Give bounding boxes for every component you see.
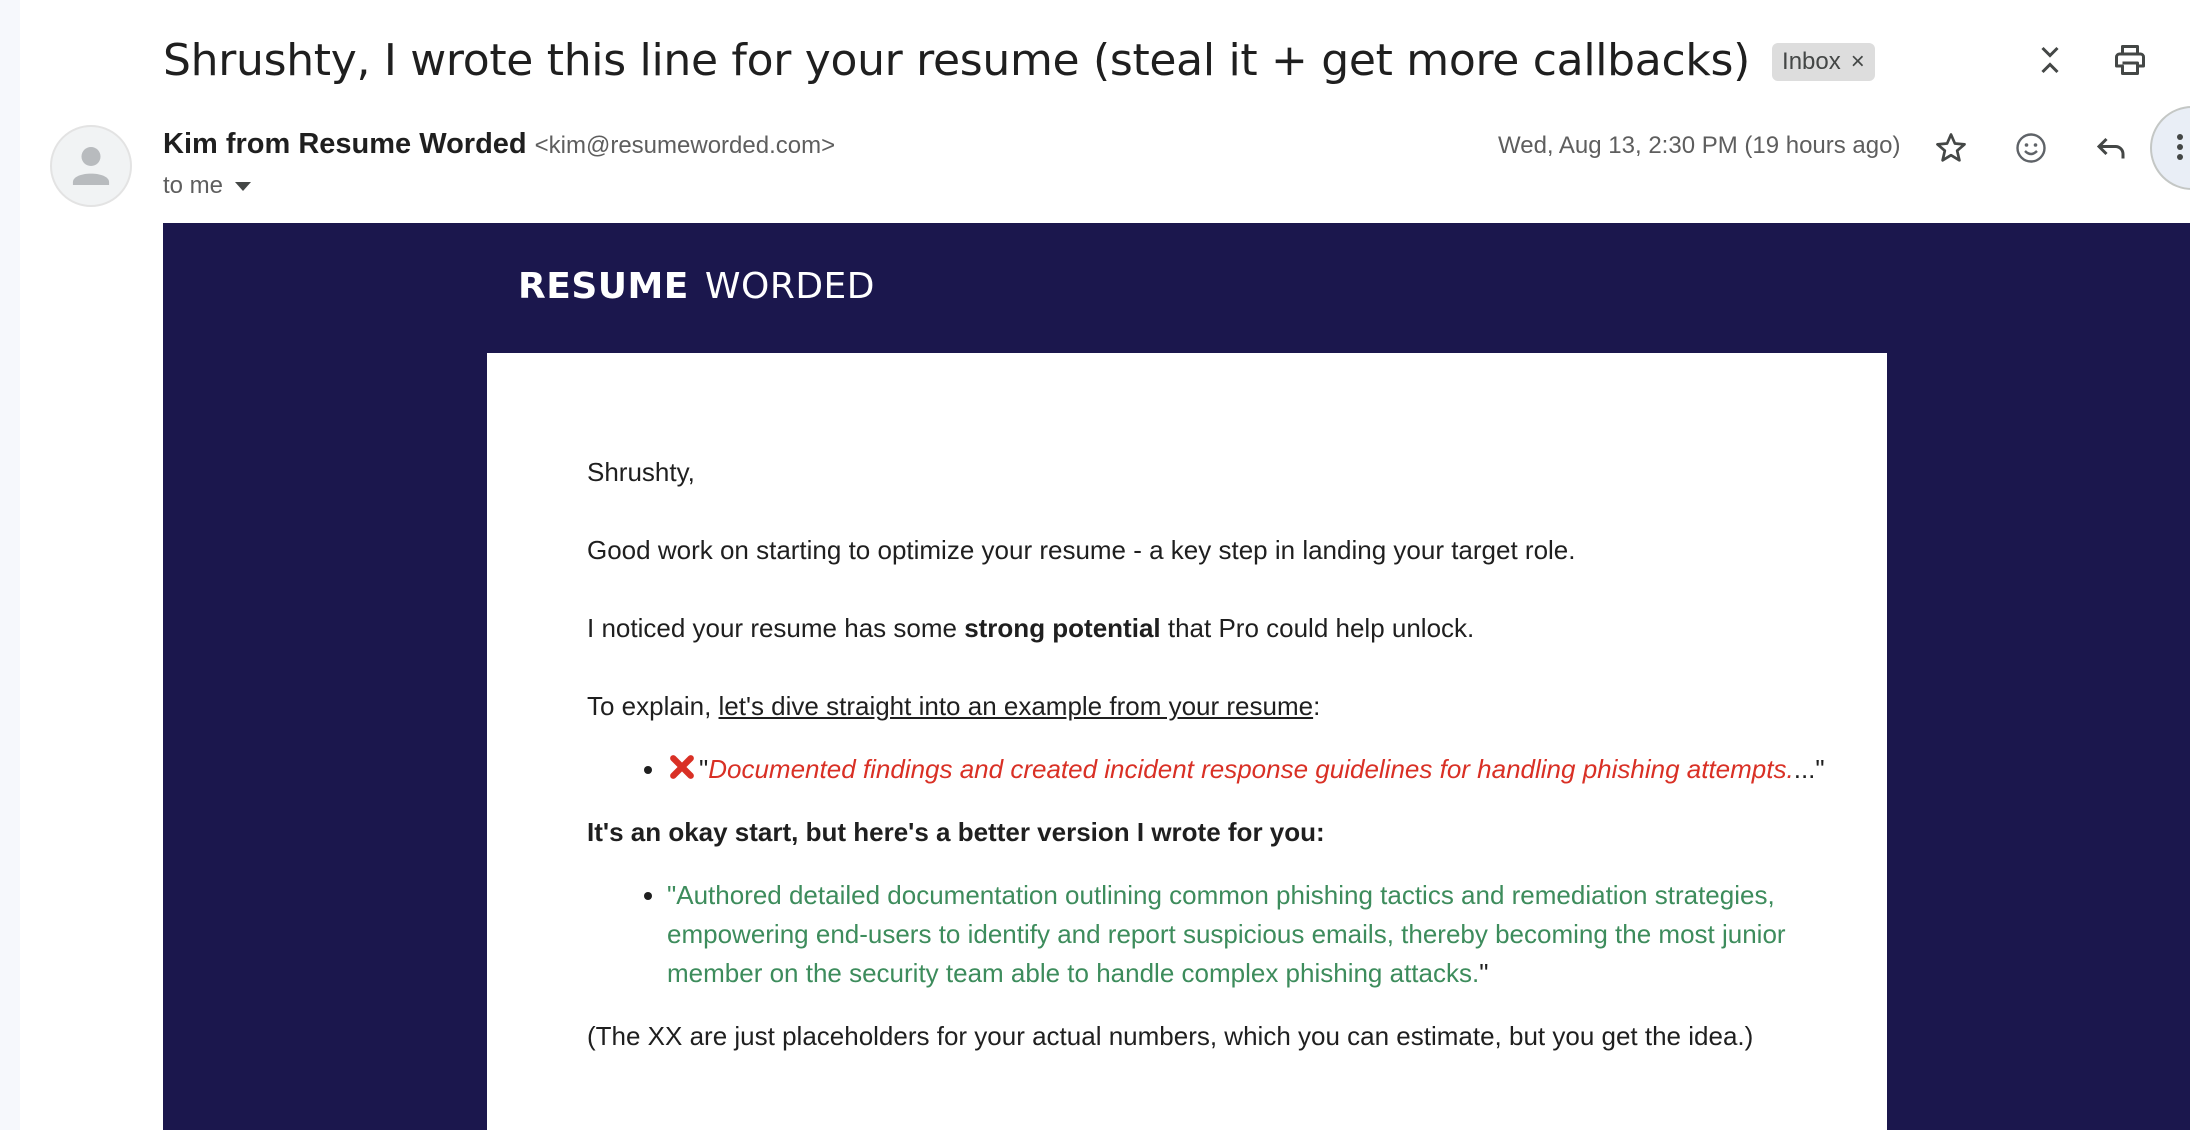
sender-row: Kim from Resume Worded <kim@resumeworded… xyxy=(163,128,835,161)
greeting: Shrushty, xyxy=(587,457,695,487)
improved-resume-line: "Authored detailed documentation outlini… xyxy=(667,880,1786,988)
sender-email: <kim@resumeworded.com> xyxy=(534,132,836,159)
more-vert-icon[interactable] xyxy=(2150,106,2190,190)
original-resume-line: Documented findings and created incident… xyxy=(708,754,1794,784)
placeholder-note: (The XX are just placeholders for your a… xyxy=(587,1021,1754,1051)
email-content: Shrushty, Good work on starting to optim… xyxy=(587,453,1827,1095)
open-in-new-window-icon[interactable] xyxy=(2170,30,2190,90)
paragraph-2: I noticed your resume has some strong po… xyxy=(587,609,1827,648)
open-quote: " xyxy=(699,754,709,784)
left-sidebar-strip xyxy=(0,0,20,1130)
brand-bold: RESUME xyxy=(518,266,689,307)
paragraph-3-end: : xyxy=(1313,691,1321,721)
print-icon[interactable] xyxy=(2090,30,2170,90)
example-link[interactable]: let's dive straight into an example from… xyxy=(719,691,1314,721)
sender-name[interactable]: Kim from Resume Worded xyxy=(163,128,527,161)
paragraph-3: To explain, let's dive straight into an … xyxy=(587,687,1827,726)
star-icon[interactable] xyxy=(1911,118,1991,178)
message-actions xyxy=(1911,118,2151,178)
improved-line-item: "Authored detailed documentation outlini… xyxy=(667,876,1827,993)
thread-actions xyxy=(2010,30,2190,90)
brand-light: WORDED xyxy=(704,266,876,307)
better-version-heading: It's an okay start, but here's a better … xyxy=(587,813,1827,852)
paragraph-1: Good work on starting to optimize your r… xyxy=(587,535,1576,565)
recipient-text: to me xyxy=(163,172,224,199)
recipient-details-toggle[interactable]: to me xyxy=(163,172,252,200)
label-text: Inbox xyxy=(1782,48,1841,75)
collapse-icon[interactable] xyxy=(2010,30,2090,90)
original-line-item: "Documented findings and created inciden… xyxy=(667,750,1827,789)
email-subject: Shrushty, I wrote this line for your res… xyxy=(163,34,1751,86)
improved-close-quote: " xyxy=(1479,958,1489,988)
email-content-card: Shrushty, Good work on starting to optim… xyxy=(487,353,1887,1130)
improved-line-list: "Authored detailed documentation outlini… xyxy=(667,876,1827,993)
paragraph-2-end: that Pro could help unlock. xyxy=(1160,613,1475,643)
paragraph-3-start: To explain, xyxy=(587,691,719,721)
subject-row: Shrushty, I wrote this line for your res… xyxy=(163,30,1875,90)
inbox-label-chip[interactable]: Inbox × xyxy=(1772,43,1875,81)
cross-mark-icon xyxy=(670,755,694,779)
close-quote: ..." xyxy=(1793,754,1825,784)
sender-avatar[interactable] xyxy=(50,125,132,207)
paragraph-2-start: I noticed your resume has some xyxy=(587,613,965,643)
message-date: Wed, Aug 13, 2:30 PM (19 hours ago) xyxy=(1498,132,1901,159)
remove-label-icon[interactable]: × xyxy=(1851,48,1865,76)
paragraph-2-bold: strong potential xyxy=(964,613,1161,643)
reply-icon[interactable] xyxy=(2071,118,2151,178)
person-icon xyxy=(72,146,110,186)
emoji-reaction-icon[interactable] xyxy=(1991,118,2071,178)
caret-down-icon[interactable] xyxy=(235,181,252,191)
original-line-list: "Documented findings and created inciden… xyxy=(667,750,1827,789)
better-heading-text: It's an okay start, but here's a better … xyxy=(587,817,1325,847)
resume-worded-logo[interactable]: RESUME WORDED xyxy=(518,266,875,307)
